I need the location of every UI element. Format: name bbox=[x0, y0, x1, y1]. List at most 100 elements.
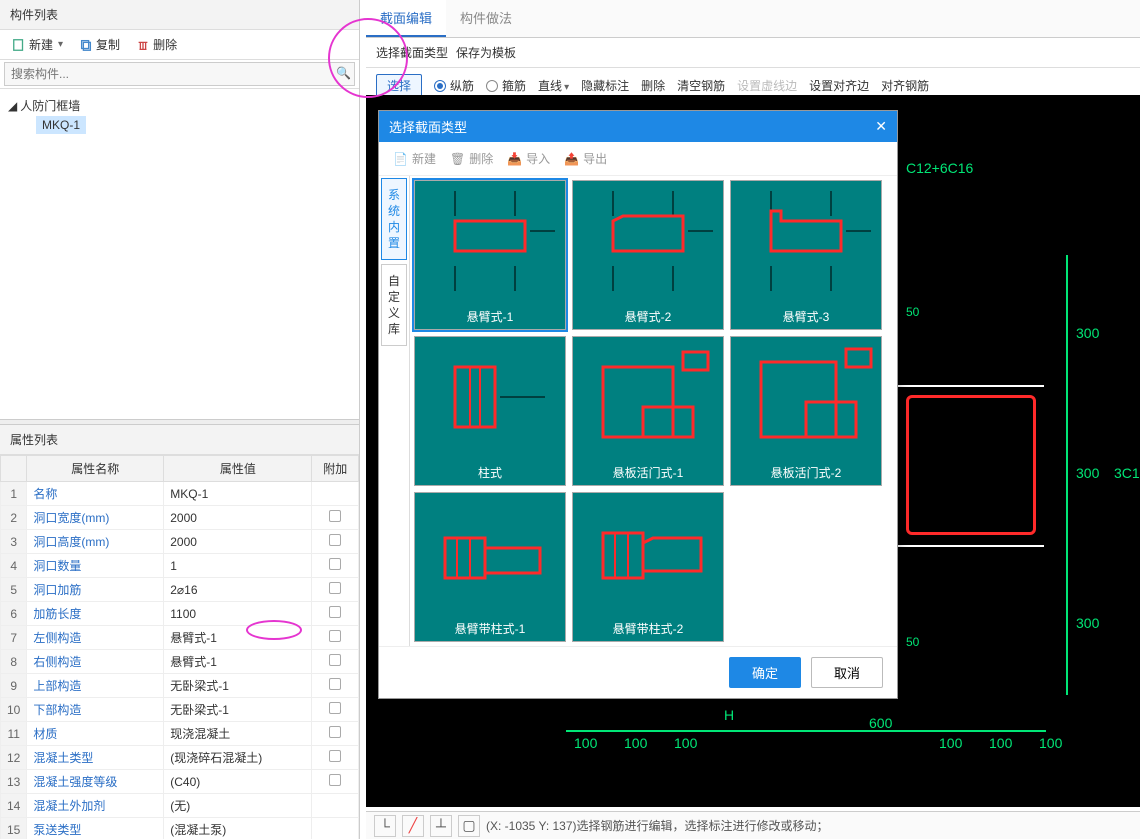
delete-button[interactable]: 删除 bbox=[130, 34, 183, 55]
prop-value[interactable]: MKQ-1 bbox=[164, 482, 312, 506]
line-tool[interactable]: 直线▾ bbox=[538, 77, 569, 94]
status-icon-4[interactable]: ▢ bbox=[458, 815, 480, 837]
prop-value[interactable]: 悬臂式-1 bbox=[164, 650, 312, 674]
table-row[interactable]: 8 右侧构造 悬臂式-1 bbox=[1, 650, 359, 674]
set-align-edge-button[interactable]: 设置对齐边 bbox=[809, 77, 869, 94]
section-card[interactable]: 悬板活门式-2 bbox=[730, 336, 882, 486]
table-row[interactable]: 3 洞口高度(mm) 2000 bbox=[1, 530, 359, 554]
tab-component-method[interactable]: 构件做法 bbox=[446, 0, 526, 37]
prop-name[interactable]: 下部构造 bbox=[27, 698, 164, 722]
ok-button[interactable]: 确定 bbox=[729, 657, 801, 688]
prop-name[interactable]: 名称 bbox=[27, 482, 164, 506]
prop-extra[interactable] bbox=[312, 554, 359, 578]
prop-value[interactable]: 2000 bbox=[164, 506, 312, 530]
prop-value[interactable]: 无卧梁式-1 bbox=[164, 698, 312, 722]
search-input[interactable] bbox=[4, 62, 355, 86]
close-icon[interactable]: ✕ bbox=[875, 118, 887, 135]
status-icon-2[interactable]: ╱ bbox=[402, 815, 424, 837]
table-row[interactable]: 5 洞口加筋 2⌀16 bbox=[1, 578, 359, 602]
prop-name[interactable]: 混凝土外加剂 bbox=[27, 794, 164, 818]
prop-name[interactable]: 混凝土类型 bbox=[27, 746, 164, 770]
modal-import-button[interactable]: 📥导入 bbox=[507, 150, 550, 167]
prop-value[interactable]: 无卧梁式-1 bbox=[164, 674, 312, 698]
table-row[interactable]: 7 左侧构造 悬臂式-1 bbox=[1, 626, 359, 650]
table-row[interactable]: 13 混凝土强度等级 (C40) bbox=[1, 770, 359, 794]
section-card[interactable]: 悬臂带柱式-2 bbox=[572, 492, 724, 642]
table-row[interactable]: 12 混凝土类型 (现浇碎石混凝土) bbox=[1, 746, 359, 770]
prop-name[interactable]: 上部构造 bbox=[27, 674, 164, 698]
table-row[interactable]: 4 洞口数量 1 bbox=[1, 554, 359, 578]
prop-extra[interactable] bbox=[312, 818, 359, 839]
select-tool[interactable]: 选择 bbox=[376, 74, 422, 97]
prop-extra[interactable] bbox=[312, 770, 359, 794]
prop-value[interactable]: 2⌀16 bbox=[164, 578, 312, 602]
align-rebar-button[interactable]: 对齐钢筋 bbox=[881, 77, 929, 94]
delete-tool[interactable]: 删除 bbox=[641, 77, 665, 94]
section-card[interactable]: 悬板活门式-1 bbox=[572, 336, 724, 486]
table-row[interactable]: 6 加筋长度 1100 bbox=[1, 602, 359, 626]
hide-label-button[interactable]: 隐藏标注 bbox=[581, 77, 629, 94]
prop-value[interactable]: (混凝土泵) bbox=[164, 818, 312, 839]
section-card[interactable]: 悬臂式-3 bbox=[730, 180, 882, 330]
table-row[interactable]: 11 材质 现浇混凝土 bbox=[1, 722, 359, 746]
prop-extra[interactable] bbox=[312, 722, 359, 746]
section-shape[interactable] bbox=[906, 395, 1036, 535]
prop-value[interactable]: (C40) bbox=[164, 770, 312, 794]
side-tab-custom[interactable]: 自定义库 bbox=[381, 264, 407, 346]
prop-name[interactable]: 泵送类型 bbox=[27, 818, 164, 839]
prop-name[interactable]: 洞口高度(mm) bbox=[27, 530, 164, 554]
prop-name[interactable]: 加筋长度 bbox=[27, 602, 164, 626]
table-row[interactable]: 1 名称 MKQ-1 bbox=[1, 482, 359, 506]
copy-button[interactable]: 复制 bbox=[73, 34, 126, 55]
modal-export-button[interactable]: 📤导出 bbox=[564, 150, 607, 167]
prop-extra[interactable] bbox=[312, 626, 359, 650]
prop-value[interactable]: 1100 bbox=[164, 602, 312, 626]
select-section-type-button[interactable]: 选择截面类型 bbox=[376, 44, 448, 61]
radio-rebar2[interactable]: 箍筋 bbox=[486, 77, 526, 94]
status-icon-1[interactable]: └ bbox=[374, 815, 396, 837]
prop-extra[interactable] bbox=[312, 578, 359, 602]
radio-rebar1[interactable]: 纵筋 bbox=[434, 77, 474, 94]
new-button[interactable]: 新建 ▾ bbox=[6, 34, 69, 55]
prop-value[interactable]: 现浇混凝土 bbox=[164, 722, 312, 746]
prop-extra[interactable] bbox=[312, 602, 359, 626]
tree-child[interactable]: MKQ-1 bbox=[36, 116, 86, 134]
prop-name[interactable]: 右侧构造 bbox=[27, 650, 164, 674]
tab-section-edit[interactable]: 截面编辑 bbox=[366, 0, 446, 37]
prop-name[interactable]: 混凝土强度等级 bbox=[27, 770, 164, 794]
prop-extra[interactable] bbox=[312, 506, 359, 530]
prop-name[interactable]: 洞口数量 bbox=[27, 554, 164, 578]
prop-value[interactable]: (无) bbox=[164, 794, 312, 818]
prop-name[interactable]: 材质 bbox=[27, 722, 164, 746]
prop-extra[interactable] bbox=[312, 794, 359, 818]
prop-extra[interactable] bbox=[312, 698, 359, 722]
table-row[interactable]: 2 洞口宽度(mm) 2000 bbox=[1, 506, 359, 530]
status-icon-3[interactable]: ┴ bbox=[430, 815, 452, 837]
prop-name[interactable]: 洞口宽度(mm) bbox=[27, 506, 164, 530]
table-row[interactable]: 9 上部构造 无卧梁式-1 bbox=[1, 674, 359, 698]
clear-rebar-button[interactable]: 清空钢筋 bbox=[677, 77, 725, 94]
prop-extra[interactable] bbox=[312, 482, 359, 506]
cancel-button[interactable]: 取消 bbox=[811, 657, 883, 688]
prop-extra[interactable] bbox=[312, 674, 359, 698]
prop-name[interactable]: 洞口加筋 bbox=[27, 578, 164, 602]
modal-new-button[interactable]: 📄新建 bbox=[393, 150, 436, 167]
table-row[interactable]: 15 泵送类型 (混凝土泵) bbox=[1, 818, 359, 839]
prop-extra[interactable] bbox=[312, 746, 359, 770]
save-template-button[interactable]: 保存为模板 bbox=[456, 44, 516, 61]
section-card[interactable]: 悬臂式-1 bbox=[414, 180, 566, 330]
prop-name[interactable]: 左侧构造 bbox=[27, 626, 164, 650]
prop-value[interactable]: 2000 bbox=[164, 530, 312, 554]
set-virtual-edge-button[interactable]: 设置虚线边 bbox=[737, 77, 797, 94]
table-row[interactable]: 14 混凝土外加剂 (无) bbox=[1, 794, 359, 818]
prop-value[interactable]: (现浇碎石混凝土) bbox=[164, 746, 312, 770]
prop-value[interactable]: 悬臂式-1 bbox=[164, 626, 312, 650]
search-icon[interactable]: 🔍 bbox=[336, 66, 351, 80]
dim-side[interactable]: 3C1 bbox=[1114, 465, 1140, 481]
side-tab-builtin[interactable]: 系统内置 bbox=[381, 178, 407, 260]
section-card[interactable]: 柱式 bbox=[414, 336, 566, 486]
modal-delete-button[interactable]: 🗑删除 bbox=[450, 150, 493, 167]
prop-value[interactable]: 1 bbox=[164, 554, 312, 578]
section-card[interactable]: 悬臂式-2 bbox=[572, 180, 724, 330]
prop-extra[interactable] bbox=[312, 650, 359, 674]
